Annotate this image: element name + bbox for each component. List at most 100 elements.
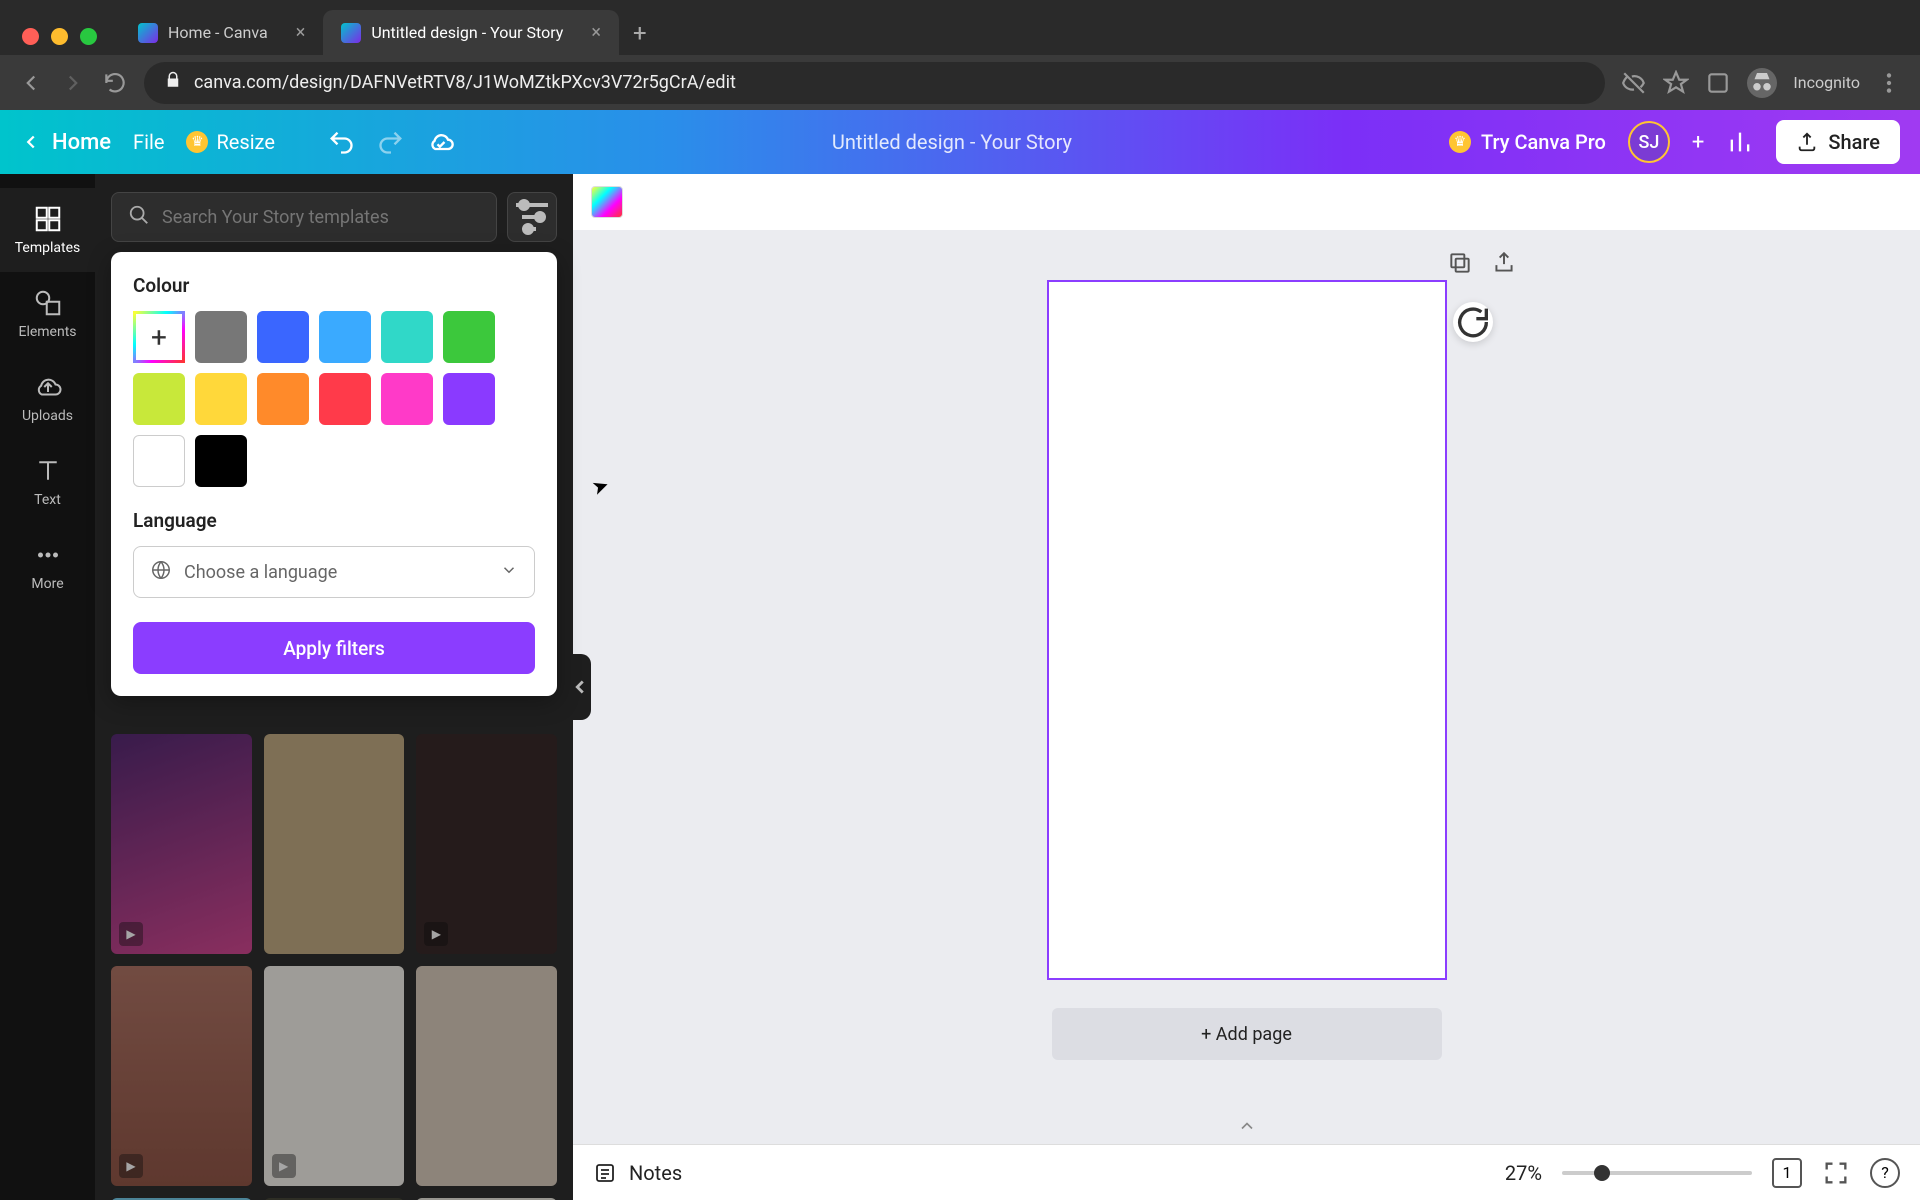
address-row: canva.com/design/DAFNVetRTV8/J1WoMZtkPXc… [0, 55, 1920, 110]
rail-elements[interactable]: Elements [0, 272, 95, 356]
design-title[interactable]: Untitled design - Your Story [832, 130, 1072, 154]
close-window-button[interactable] [22, 28, 39, 45]
colour-swatch[interactable] [195, 435, 247, 487]
uploads-icon [33, 372, 63, 402]
collapse-panel-button[interactable] [569, 654, 591, 720]
duplicate-page-icon[interactable] [1447, 250, 1473, 276]
colour-swatch[interactable] [133, 373, 185, 425]
template-thumbnail[interactable]: ▶ [111, 734, 252, 954]
rail-label: Elements [18, 324, 76, 340]
zoom-slider[interactable] [1562, 1171, 1752, 1175]
colour-swatch[interactable] [443, 311, 495, 363]
cloud-sync-icon[interactable] [427, 128, 455, 156]
incognito-icon[interactable] [1747, 68, 1777, 98]
browser-tab[interactable]: Untitled design - Your Story × [323, 10, 619, 55]
try-pro-button[interactable]: ♛ Try Canva Pro [1449, 130, 1606, 154]
colour-swatch[interactable] [443, 373, 495, 425]
colour-swatch[interactable] [257, 311, 309, 363]
share-button[interactable]: Share [1776, 120, 1900, 164]
colour-swatch[interactable] [319, 311, 371, 363]
search-input[interactable] [162, 207, 480, 228]
rail-templates[interactable]: Templates [0, 188, 95, 272]
close-tab-icon[interactable]: × [591, 22, 601, 43]
template-thumbnail[interactable] [264, 734, 405, 954]
colour-swatch[interactable] [381, 311, 433, 363]
language-heading: Language [133, 509, 535, 532]
file-menu[interactable]: File [133, 130, 164, 154]
address-bar[interactable]: canva.com/design/DAFNVetRTV8/J1WoMZtkPXc… [144, 62, 1605, 104]
eye-off-icon[interactable] [1621, 70, 1647, 96]
extension-icon[interactable] [1705, 70, 1731, 96]
maximize-window-button[interactable] [80, 28, 97, 45]
notes-button[interactable]: Notes [593, 1161, 682, 1185]
play-icon: ▶ [272, 1154, 296, 1178]
template-thumbnail[interactable] [416, 966, 557, 1186]
play-icon: ▶ [119, 1154, 143, 1178]
app-toolbar: Home File ♛ Resize Untitled design - You… [0, 110, 1920, 174]
language-placeholder: Choose a language [184, 562, 337, 583]
favicon-icon [138, 23, 158, 43]
footer: Notes 27% 1 ? [573, 1144, 1920, 1200]
scroll-up-icon[interactable] [1237, 1116, 1257, 1140]
rail-more[interactable]: More [0, 524, 95, 608]
canvas-area: + Add page Notes 27% 1 ? [573, 174, 1920, 1200]
play-icon: ▶ [424, 922, 448, 946]
back-button[interactable] [18, 70, 44, 96]
refresh-button[interactable] [1453, 302, 1493, 342]
canvas-scroll[interactable]: + Add page [573, 230, 1920, 1144]
home-button[interactable]: Home [20, 130, 111, 155]
resize-button[interactable]: ♛ Resize [186, 130, 275, 154]
language-select[interactable]: Choose a language [133, 546, 535, 598]
text-icon [33, 456, 63, 486]
colour-swatch[interactable] [195, 373, 247, 425]
search-icon [128, 204, 150, 230]
rail-label: More [31, 576, 63, 592]
rail-label: Text [34, 492, 61, 508]
crown-icon: ♛ [186, 131, 208, 153]
forward-button[interactable] [60, 70, 86, 96]
add-page-button[interactable]: + Add page [1052, 1008, 1442, 1060]
elements-icon [33, 288, 63, 318]
colour-swatch[interactable] [319, 373, 371, 425]
app: Home File ♛ Resize Untitled design - You… [0, 110, 1920, 1200]
zoom-slider-thumb[interactable] [1594, 1165, 1610, 1181]
background-colour-button[interactable] [591, 186, 623, 218]
template-thumbnail[interactable]: ▶ [111, 966, 252, 1186]
redo-button[interactable] [377, 128, 405, 156]
reload-button[interactable] [102, 70, 128, 96]
new-tab-button[interactable]: + [633, 19, 647, 47]
globe-icon [150, 559, 172, 586]
more-icon [33, 540, 63, 570]
help-button[interactable]: ? [1870, 1158, 1900, 1188]
fullscreen-icon[interactable] [1822, 1159, 1850, 1187]
user-avatar[interactable]: SJ [1628, 121, 1670, 163]
search-box[interactable] [111, 192, 497, 242]
filter-button[interactable] [507, 192, 557, 242]
minimize-window-button[interactable] [51, 28, 68, 45]
apply-filters-button[interactable]: Apply filters [133, 622, 535, 674]
canvas-toolbar [573, 174, 1920, 230]
page-indicator[interactable]: 1 [1772, 1158, 1802, 1188]
design-page[interactable] [1047, 280, 1447, 980]
colour-swatch[interactable] [195, 311, 247, 363]
colour-swatch[interactable] [257, 373, 309, 425]
zoom-level[interactable]: 27% [1505, 1161, 1542, 1185]
browser-chrome: Home - Canva × Untitled design - Your St… [0, 0, 1920, 110]
add-colour-swatch[interactable]: + [133, 311, 185, 363]
close-tab-icon[interactable]: × [296, 22, 306, 43]
insights-icon[interactable] [1726, 128, 1754, 156]
try-pro-label: Try Canva Pro [1481, 130, 1606, 154]
star-icon[interactable] [1663, 70, 1689, 96]
template-thumbnail[interactable]: ▶ [264, 966, 405, 1186]
add-member-button[interactable]: + [1692, 130, 1704, 155]
menu-icon[interactable] [1876, 70, 1902, 96]
play-icon: ▶ [119, 922, 143, 946]
undo-button[interactable] [327, 128, 355, 156]
template-thumbnail[interactable]: ▶ [416, 734, 557, 954]
colour-swatch[interactable] [381, 373, 433, 425]
rail-text[interactable]: Text [0, 440, 95, 524]
rail-uploads[interactable]: Uploads [0, 356, 95, 440]
colour-swatch[interactable] [133, 435, 185, 487]
browser-tab[interactable]: Home - Canva × [120, 10, 323, 55]
share-page-icon[interactable] [1491, 250, 1517, 276]
